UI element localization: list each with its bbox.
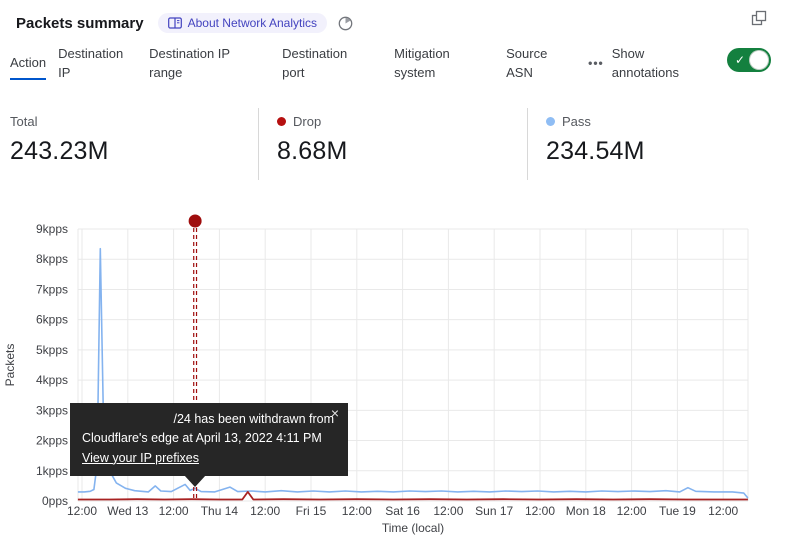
tooltip-line1: /24 has been withdrawn from [82, 410, 336, 429]
more-tabs-button[interactable]: ••• [588, 55, 604, 72]
series-drop-line [78, 492, 748, 500]
y-tick-label: 6kpps [36, 313, 68, 327]
popout-window-icon[interactable] [751, 10, 767, 31]
stat-total-value: 243.23M [10, 137, 258, 166]
x-tick-label: 12:00 [250, 504, 280, 518]
tab-bar: Action Destination IP Destination IP ran… [10, 45, 785, 83]
y-tick-label: 7kpps [36, 282, 68, 296]
time-range-icon[interactable] [337, 15, 354, 32]
stat-drop-label: Drop [277, 114, 527, 129]
tooltip-caret [184, 475, 206, 487]
annotation-tooltip: × /24 has been withdrawn from Cloudflare… [70, 403, 348, 476]
y-axis-title: Packets [3, 344, 17, 387]
x-tick-label: Wed 13 [107, 504, 148, 518]
y-tick-label: 2kpps [36, 434, 68, 448]
toggle-check-icon: ✓ [735, 52, 745, 68]
stats-row: Total 243.23M Drop 8.68M Pass 234.54M [0, 108, 785, 180]
x-tick-label: Fri 15 [296, 504, 327, 518]
panel-header: Packets summary About Network Analytics [16, 8, 769, 38]
x-tick-label: Sun 17 [475, 504, 513, 518]
tab-destination-port[interactable]: Destination port [282, 45, 358, 83]
toggle-knob [749, 50, 769, 70]
annotations-toggle[interactable]: ✓ [727, 48, 771, 72]
about-network-analytics-link[interactable]: About Network Analytics [158, 13, 327, 33]
stat-total: Total 243.23M [0, 108, 258, 180]
x-tick-label: Sat 16 [385, 504, 420, 518]
y-tick-label: 9kpps [36, 222, 68, 236]
tooltip-line2: Cloudflare's edge at April 13, 2022 4:11… [82, 429, 336, 448]
show-annotations-label: Show annotations [612, 45, 696, 83]
x-tick-label: Mon 18 [566, 504, 606, 518]
tab-mitigation-system[interactable]: Mitigation system [394, 45, 464, 83]
stat-drop-value: 8.68M [277, 137, 527, 166]
x-tick-label: 12:00 [159, 504, 189, 518]
packets-chart[interactable]: 0pps 1kpps 2kpps 3kpps 4kpps 5kpps 6kpps 7kpps 8… [0, 210, 785, 555]
tab-source-asn[interactable]: Source ASN [506, 45, 556, 83]
stat-pass: Pass 234.54M [527, 108, 785, 180]
x-tick-label: Thu 14 [201, 504, 239, 518]
x-tick-label: 12:00 [342, 504, 372, 518]
page-title: Packets summary [16, 15, 144, 32]
y-tick-label: 1kpps [36, 464, 68, 478]
x-tick-label: 12:00 [617, 504, 647, 518]
pass-dot-icon [546, 117, 555, 126]
stat-pass-label: Pass [546, 114, 785, 129]
annotation-dot[interactable] [189, 215, 202, 228]
x-tick-label: 12:00 [67, 504, 97, 518]
view-ip-prefixes-link[interactable]: View your IP prefixes [82, 449, 199, 468]
stat-drop: Drop 8.68M [258, 108, 527, 180]
y-tick-label: 4kpps [36, 373, 68, 387]
x-tick-label: 12:00 [525, 504, 555, 518]
book-icon [168, 17, 182, 29]
chart-canvas[interactable]: 0pps 1kpps 2kpps 3kpps 4kpps 5kpps 6kpps 7kpps 8… [0, 210, 785, 555]
drop-dot-icon [277, 117, 286, 126]
tab-destination-ip-range[interactable]: Destination IP range [149, 45, 239, 83]
stat-pass-value: 234.54M [546, 137, 785, 166]
y-tick-label: 5kpps [36, 343, 68, 357]
tab-destination-ip[interactable]: Destination IP [58, 45, 134, 83]
x-tick-label: 12:00 [708, 504, 738, 518]
x-tick-label: Tue 19 [659, 504, 696, 518]
tooltip-close-icon[interactable]: × [331, 406, 339, 420]
x-tick-label: 12:00 [433, 504, 463, 518]
about-link-label: About Network Analytics [188, 16, 317, 30]
packets-summary-panel: Packets summary About Network Analytics … [0, 0, 785, 555]
tab-action[interactable]: Action [10, 54, 46, 80]
stat-total-label: Total [10, 114, 258, 129]
y-tick-label: 3kpps [36, 403, 68, 417]
y-tick-label: 0pps [42, 494, 68, 508]
y-tick-label: 8kpps [36, 252, 68, 266]
x-axis-title: Time (local) [382, 521, 444, 535]
